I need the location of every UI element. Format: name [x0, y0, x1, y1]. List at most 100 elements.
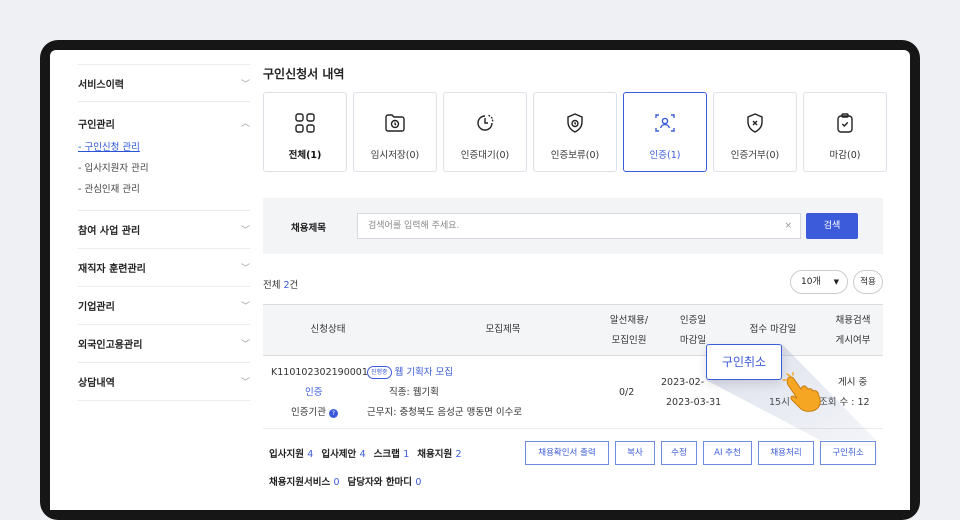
col-ratio-line2: 모집인원 [611, 335, 647, 346]
chevron-down-icon: ﹀ [240, 264, 250, 274]
stat-label: 스크랩 [373, 449, 400, 460]
chevron-down-icon: ﹀ [240, 340, 250, 350]
stat-count[interactable]: 0 [334, 477, 340, 488]
cancel-recruit-tooltip[interactable]: 구인취소 [706, 344, 782, 380]
card-label: 인증(1) [649, 150, 681, 161]
stat-label: 채용지원 [417, 449, 453, 460]
chevron-down-icon: ﹀ [240, 226, 250, 236]
stat-label: 입사제안 [321, 449, 357, 460]
search-button[interactable]: 검색 [806, 213, 858, 239]
sidebar-subitem-recruit-request[interactable]: - 구인신청 관리 [78, 137, 250, 158]
chevron-up-icon: ︿ [240, 119, 250, 129]
job-title-link[interactable]: 웹 기획자 모집 [395, 367, 453, 378]
sidebar-item-company[interactable]: 기업관리 ﹀ [78, 287, 250, 325]
sidebar-subitem-link[interactable]: - 구인신청 관리 [78, 142, 140, 153]
sidebar-item-label: 참여 사업 관리 [78, 226, 141, 237]
search-label: 채용제목 [291, 223, 326, 234]
copy-button[interactable]: 복사 [615, 441, 655, 465]
sidebar-item-projects[interactable]: 참여 사업 관리 ﹀ [78, 211, 250, 249]
stat-count[interactable]: 2 [456, 449, 462, 460]
card-all[interactable]: 전체(1) [263, 92, 347, 172]
chevron-down-icon: ﹀ [240, 79, 250, 90]
stat-count[interactable]: 0 [415, 477, 421, 488]
sidebar-item-label: 재직자 훈련관리 [78, 264, 146, 275]
user-scan-icon [653, 111, 677, 135]
sidebar-item-label: 외국인고용관리 [78, 340, 143, 351]
card-label: 전체(1) [288, 150, 322, 161]
row-views: 조회 수 : 12 [819, 397, 870, 408]
stat-count[interactable]: 4 [360, 449, 366, 460]
col-deadline: 접수 마감일 [749, 324, 797, 335]
total-suffix: 건 [289, 280, 299, 291]
shield-clock-icon [563, 111, 587, 135]
col-date-line1: 인증일 [679, 315, 707, 326]
card-certified[interactable]: 인증(1) [623, 92, 707, 172]
table-header: 신청상태 모집제목 알선채용/ 모집인원 인증일 마감일 접수 마감일 채용검색… [263, 304, 883, 356]
stats-row: 채용지원서비스 0 담당자와 한마디 0 [269, 474, 429, 488]
col-post-line2: 게시여부 [835, 335, 871, 346]
sidebar-subitem-talent[interactable]: - 관심인재 관리 [78, 179, 250, 200]
sidebar-group-recruit: 구인관리 ︿ - 구인신청 관리 - 입사지원자 관리 - 관심인재 관리 [78, 102, 250, 211]
search-panel: 채용제목 검색어를 입력해 주세요. × 검색 [263, 198, 883, 254]
card-temp-saved[interactable]: 임시저장(0) [353, 92, 437, 172]
status-badge: 진행중 [367, 366, 392, 379]
card-label: 인증보류(0) [550, 150, 600, 161]
row-cert-date: 2023-02- [661, 377, 705, 388]
app-screen: 서비스이력 ﹀ 구인관리 ︿ - 구인신청 관리 - 입사지원자 관리 - 관심… [50, 50, 910, 510]
agency-label: 인증기관 [291, 407, 326, 418]
row-agency[interactable]: 인증기관 ? [291, 404, 338, 422]
grid-icon [293, 111, 317, 135]
chevron-down-icon: ﹀ [240, 378, 250, 388]
stat-label: 입사지원 [269, 449, 304, 460]
card-pending[interactable]: 인증대기(0) [443, 92, 527, 172]
sidebar-item-foreign[interactable]: 외국인고용관리 ﹀ [78, 325, 250, 363]
row-posted: 게시 중 [838, 377, 868, 388]
sidebar-item-consult[interactable]: 상담내역 ﹀ [78, 363, 250, 401]
col-post-line1: 채용검색 [835, 315, 871, 326]
search-input[interactable]: 검색어를 입력해 주세요. × [357, 213, 801, 239]
apply-button[interactable]: 적용 [853, 270, 883, 294]
card-label: 마감(0) [829, 150, 861, 161]
folder-clock-icon [383, 111, 407, 135]
row-location: 근무지: 충청북도 음성군 맹동면 이수로 [367, 407, 523, 418]
col-ratio-line1: 알선채용/ [609, 315, 649, 326]
shield-x-icon [743, 111, 767, 135]
card-closed[interactable]: 마감(0) [803, 92, 887, 172]
row-status: 인증 [305, 387, 323, 398]
print-confirmation-button[interactable]: 채용확인서 출력 [525, 441, 609, 465]
stats-row: 입사지원 4 입사제안 4 스크랩 1 채용지원 2 [269, 446, 470, 460]
clipboard-check-icon [833, 111, 857, 135]
sidebar-item-training[interactable]: 재직자 훈련관리 ﹀ [78, 249, 250, 287]
sidebar-item-label: 서비스이력 [78, 79, 124, 91]
per-page-select[interactable]: 10개 ▼ [790, 270, 848, 294]
clear-icon[interactable]: × [784, 214, 792, 238]
total-count: 전체 2건 [263, 277, 298, 291]
sidebar-item-label: 기업관리 [78, 302, 115, 313]
sidebar-item-label: 구인관리 [78, 120, 115, 131]
row-job-type: 직종: 웹기획 [389, 387, 439, 398]
stat-count[interactable]: 1 [403, 449, 409, 460]
ai-recommend-button[interactable]: AI 추천 [703, 441, 752, 465]
card-label: 인증거부(0) [730, 150, 780, 161]
info-icon[interactable]: ? [329, 409, 338, 418]
row-title-line: 진행중 웹 기획자 모집 [367, 364, 453, 382]
row-ratio: 0/2 [619, 387, 635, 398]
stat-count[interactable]: 4 [307, 449, 313, 460]
card-label: 임시저장(0) [370, 150, 420, 161]
card-rejected[interactable]: 인증거부(0) [713, 92, 797, 172]
row-id: K110102302190001 [271, 367, 368, 378]
sidebar-item-service-history[interactable]: 서비스이력 ﹀ [78, 64, 250, 102]
page-title: 구인신청서 내역 [263, 67, 345, 81]
hire-process-button[interactable]: 채용처리 [758, 441, 814, 465]
sidebar-item-label: 상담내역 [78, 378, 115, 389]
chevron-down-icon: ﹀ [240, 302, 250, 312]
sidebar-subitem-applicants[interactable]: - 입사지원자 관리 [78, 158, 250, 179]
edit-button[interactable]: 수정 [661, 441, 697, 465]
sidebar: 서비스이력 ﹀ 구인관리 ︿ - 구인신청 관리 - 입사지원자 관리 - 관심… [78, 64, 250, 401]
card-label: 인증대기(0) [460, 150, 510, 161]
cancel-recruit-button[interactable]: 구인취소 [820, 441, 876, 465]
sidebar-item-recruit[interactable]: 구인관리 ︿ [78, 116, 250, 131]
card-on-hold[interactable]: 인증보류(0) [533, 92, 617, 172]
pointing-hand-icon [782, 371, 826, 416]
col-title: 모집제목 [485, 324, 521, 335]
